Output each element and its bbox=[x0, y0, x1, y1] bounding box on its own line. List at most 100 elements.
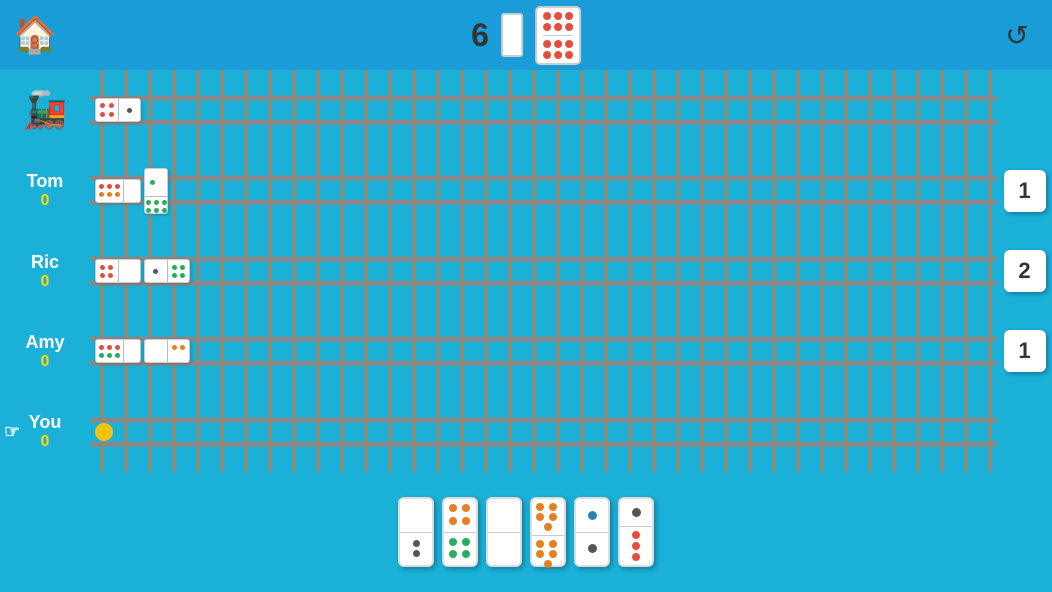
dot bbox=[158, 188, 163, 193]
dot bbox=[150, 180, 155, 185]
tom-domino-2[interactable] bbox=[144, 168, 168, 214]
domino-half-bottom bbox=[145, 197, 167, 216]
badge-ric: 2 bbox=[1004, 250, 1046, 292]
dot bbox=[418, 517, 425, 524]
domino-half-right bbox=[119, 99, 141, 121]
dot bbox=[107, 184, 112, 189]
dot bbox=[100, 265, 105, 270]
domino-half-right bbox=[168, 340, 190, 362]
player-score-ric: 0 bbox=[41, 273, 50, 291]
train-icon: 🚂 bbox=[23, 89, 68, 131]
player-label-you: ☞ You 0 bbox=[0, 392, 90, 472]
dot bbox=[127, 108, 132, 113]
track-amy[interactable] bbox=[90, 311, 997, 391]
track-rail-3 bbox=[90, 231, 997, 311]
dot bbox=[172, 353, 177, 358]
dot bbox=[413, 540, 420, 547]
dot bbox=[135, 192, 140, 197]
domino-half-top bbox=[145, 169, 167, 197]
hand-domino-6[interactable] bbox=[618, 497, 654, 567]
hand-domino-4[interactable] bbox=[530, 497, 566, 567]
player-name-amy: Amy bbox=[25, 332, 64, 353]
ric-domino-1[interactable] bbox=[95, 259, 141, 283]
domino-half-right bbox=[168, 260, 190, 282]
hand-domino-3-top bbox=[488, 499, 520, 533]
dot bbox=[135, 184, 140, 189]
home-button[interactable]: 🏠 bbox=[10, 10, 60, 60]
dot bbox=[150, 188, 155, 193]
cdot bbox=[565, 12, 573, 20]
top-bar: 🏠 6 bbox=[0, 0, 1052, 70]
dot bbox=[109, 112, 114, 117]
badge-slot-ric: 2 bbox=[999, 231, 1050, 311]
player-score-you: 0 bbox=[41, 433, 50, 451]
track-train[interactable] bbox=[90, 70, 997, 150]
dot bbox=[462, 504, 470, 512]
hand-domino-2[interactable] bbox=[442, 497, 478, 567]
home-icon: 🏠 bbox=[13, 14, 58, 56]
cdot bbox=[554, 40, 562, 48]
dot bbox=[100, 273, 105, 278]
hand-domino-5[interactable] bbox=[574, 497, 610, 567]
dot bbox=[127, 192, 132, 197]
cdot bbox=[543, 23, 551, 31]
dot bbox=[418, 503, 425, 510]
track-domino-1[interactable] bbox=[95, 98, 141, 122]
dot bbox=[153, 345, 158, 350]
domino-half-left bbox=[96, 180, 124, 202]
dot bbox=[588, 544, 597, 553]
dot bbox=[100, 103, 105, 108]
hand-domino-2-bottom bbox=[444, 533, 476, 566]
dot bbox=[107, 345, 112, 350]
dot bbox=[107, 192, 112, 197]
you-track-dominos bbox=[95, 423, 117, 441]
ric-domino-2[interactable] bbox=[144, 259, 190, 283]
domino-half-left bbox=[96, 340, 124, 362]
domino-half-right bbox=[119, 260, 141, 282]
dot bbox=[127, 99, 132, 104]
dot bbox=[115, 345, 120, 350]
dot bbox=[99, 353, 104, 358]
hand-domino-1[interactable] bbox=[398, 497, 434, 567]
amy-domino-2[interactable] bbox=[144, 339, 190, 363]
amy-domino-1[interactable] bbox=[95, 339, 141, 363]
hand-domino-3[interactable] bbox=[486, 497, 522, 567]
dot bbox=[99, 345, 104, 350]
tom-domino-1[interactable] bbox=[95, 179, 141, 203]
dot bbox=[549, 540, 557, 548]
dot bbox=[108, 273, 113, 278]
tracks-area bbox=[90, 70, 997, 472]
dot bbox=[449, 504, 457, 512]
dot bbox=[131, 265, 136, 270]
dot bbox=[549, 503, 557, 511]
domino-half-left bbox=[145, 340, 168, 362]
hand-domino-1-top bbox=[400, 499, 432, 533]
cdot bbox=[554, 12, 562, 20]
track-tom[interactable] bbox=[90, 150, 997, 230]
refresh-button[interactable]: ↺ bbox=[992, 10, 1042, 60]
dot bbox=[536, 503, 544, 511]
cdot bbox=[543, 40, 551, 48]
dot bbox=[109, 103, 114, 108]
dot bbox=[99, 192, 104, 197]
dot bbox=[404, 517, 411, 524]
player-label-ric: Ric 0 bbox=[0, 231, 90, 311]
badge-slot-amy: 1 bbox=[999, 311, 1050, 391]
dot bbox=[131, 273, 136, 278]
dot bbox=[632, 542, 640, 550]
dot bbox=[100, 112, 105, 117]
dot bbox=[154, 200, 159, 205]
dot bbox=[158, 180, 163, 185]
dot bbox=[150, 172, 155, 177]
player-name-tom: Tom bbox=[27, 171, 64, 192]
dot bbox=[127, 353, 132, 358]
track-ric[interactable] bbox=[90, 231, 997, 311]
dot bbox=[632, 531, 640, 539]
track-you[interactable] bbox=[90, 392, 997, 472]
dot bbox=[154, 208, 159, 213]
dot bbox=[588, 511, 597, 520]
dot bbox=[536, 540, 544, 548]
dot bbox=[549, 513, 557, 521]
dot bbox=[172, 265, 177, 270]
dot bbox=[632, 553, 640, 561]
